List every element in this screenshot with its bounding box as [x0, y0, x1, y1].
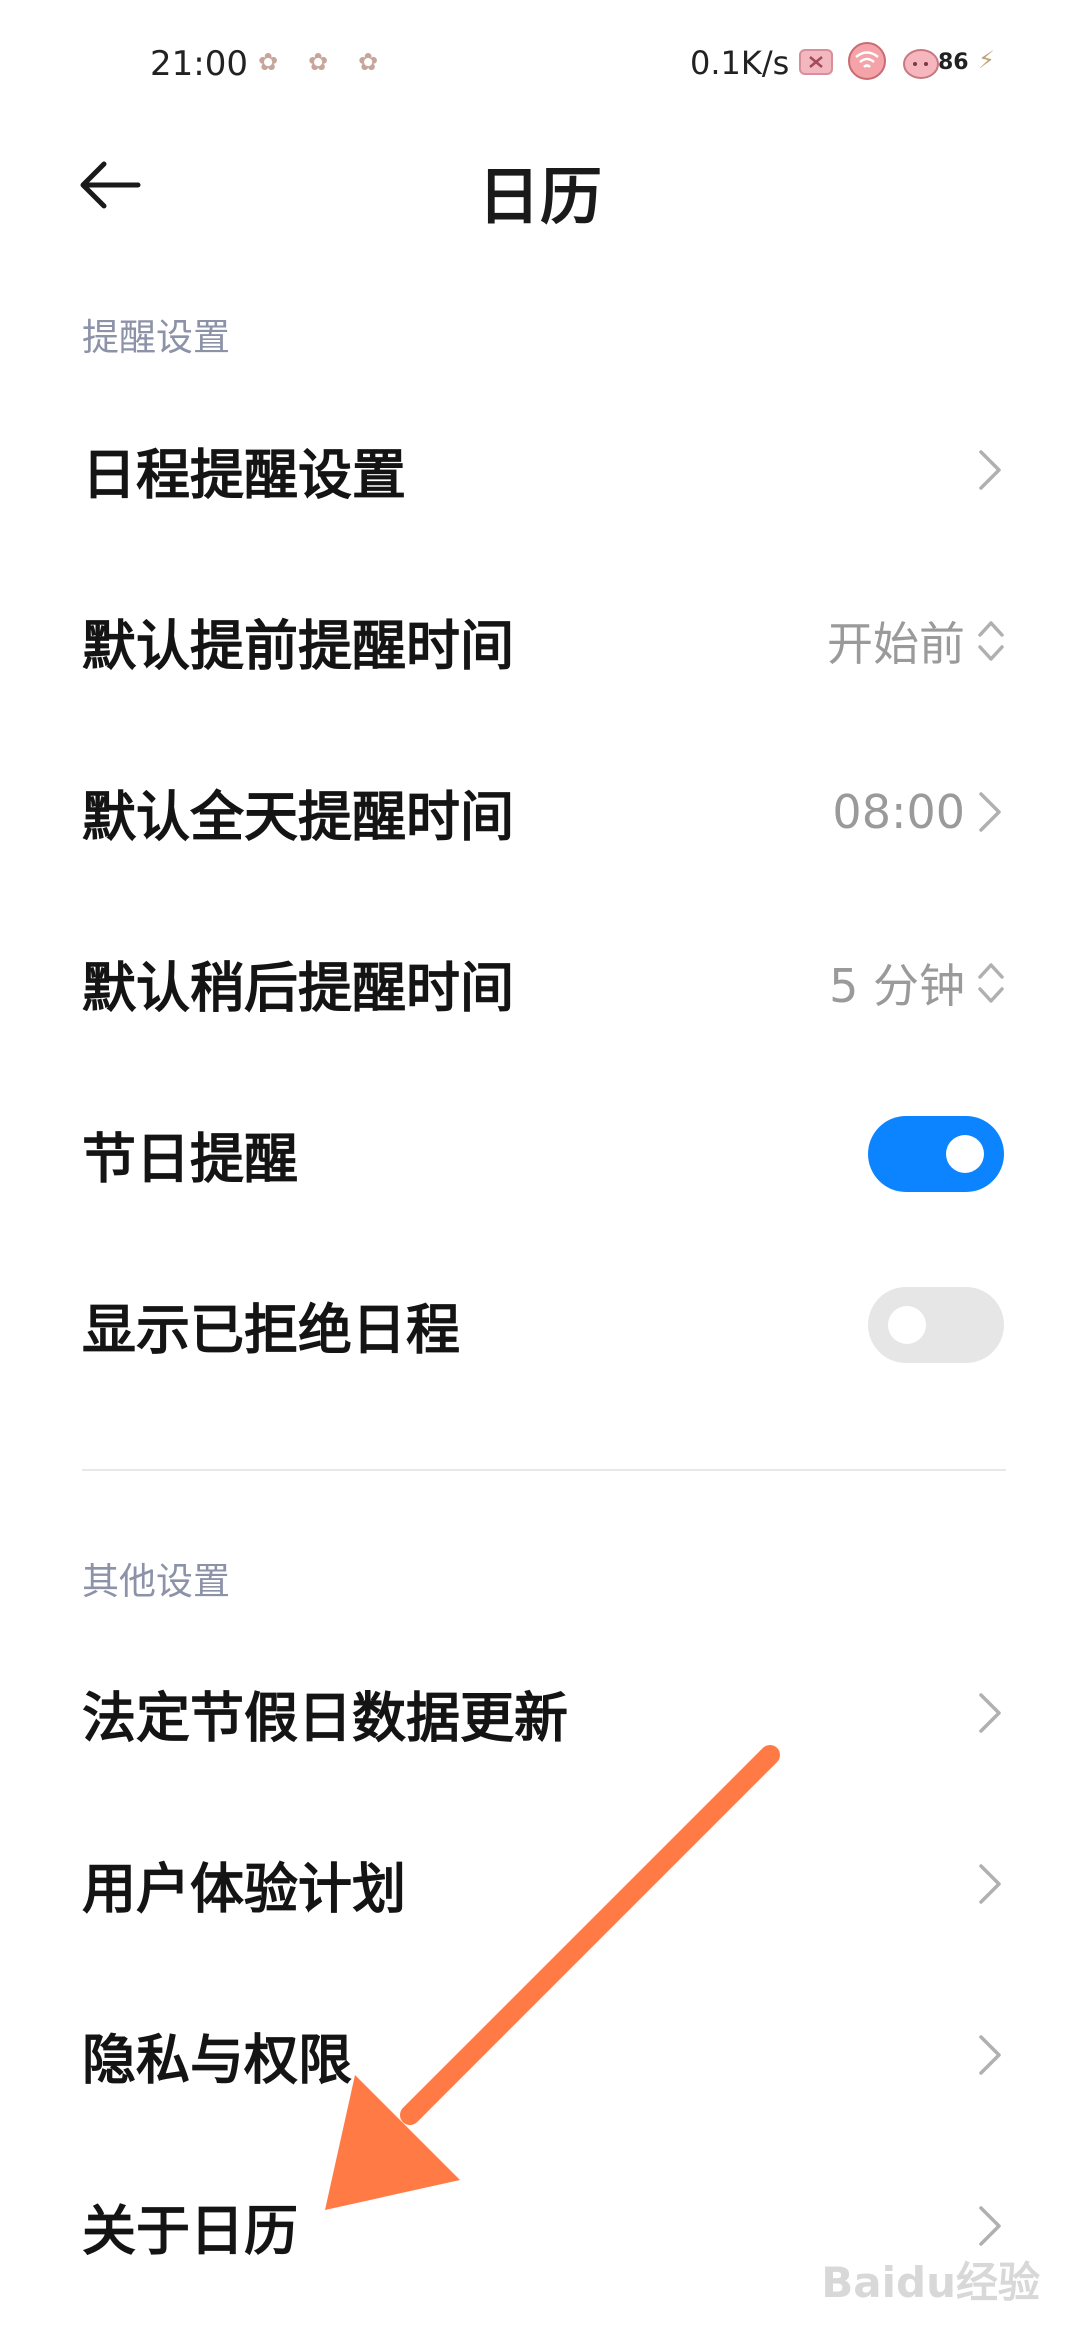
row-default-snooze-reminder[interactable]: 默认稍后提醒时间 5 分钟 — [0, 898, 1080, 1068]
status-bar: 21:00 ✿ ✿ ✿ 0.1K/s 86 ⚡ — [0, 0, 1080, 120]
battery-level: 86 — [938, 50, 969, 75]
holiday-reminder-toggle[interactable] — [868, 1116, 1004, 1192]
row-label: 默认全天提醒时间 — [82, 785, 514, 849]
header: 日历 — [0, 120, 1080, 250]
row-default-advance-reminder[interactable]: 默认提前提醒时间 开始前 — [0, 556, 1080, 726]
show-declined-events-toggle[interactable] — [868, 1287, 1004, 1363]
page-title: 日历 — [477, 160, 602, 233]
row-label: 默认稍后提醒时间 — [82, 956, 514, 1020]
row-value: 5 分钟 — [829, 959, 965, 1013]
up-down-chevron-icon — [978, 963, 1004, 1003]
watermark: Baidu经验 — [821, 2258, 1040, 2307]
row-label: 用户体验计划 — [82, 1857, 406, 1921]
notification-icon: ✿ — [358, 48, 379, 76]
section-label-other: 其他设置 — [82, 1560, 230, 1603]
row-default-allday-reminder[interactable]: 默认全天提醒时间 08:00 — [0, 727, 1080, 897]
row-value: 开始前 — [827, 617, 965, 671]
row-show-declined-events: 显示已拒绝日程 — [0, 1240, 1080, 1410]
network-speed: 0.1K/s — [690, 44, 790, 82]
row-label: 隐私与权限 — [82, 2028, 352, 2092]
battery-icon — [903, 49, 939, 79]
row-privacy-permissions[interactable]: 隐私与权限 — [0, 1970, 1080, 2140]
status-time: 21:00 — [150, 44, 248, 84]
chevron-right-icon — [979, 450, 1001, 490]
sim-icon — [799, 49, 833, 75]
row-label: 关于日历 — [82, 2199, 298, 2263]
notification-icon: ✿ — [308, 48, 329, 76]
up-down-chevron-icon — [978, 621, 1004, 661]
chevron-right-icon — [979, 1693, 1001, 1733]
charging-icon: ⚡ — [978, 46, 995, 74]
chevron-right-icon — [979, 2206, 1001, 2246]
row-label: 法定节假日数据更新 — [82, 1686, 568, 1750]
wifi-icon — [848, 42, 886, 80]
row-schedule-reminder-settings[interactable]: 日程提醒设置 — [0, 385, 1080, 555]
chevron-right-icon — [979, 792, 1001, 832]
row-label: 显示已拒绝日程 — [82, 1298, 460, 1362]
section-label-reminder: 提醒设置 — [82, 316, 230, 359]
row-user-experience-program[interactable]: 用户体验计划 — [0, 1799, 1080, 1969]
row-holiday-reminder: 节日提醒 — [0, 1069, 1080, 1239]
row-value: 08:00 — [832, 785, 965, 839]
notification-icon: ✿ — [258, 48, 279, 76]
row-label: 节日提醒 — [82, 1127, 298, 1191]
row-label: 默认提前提醒时间 — [82, 614, 514, 678]
row-label: 日程提醒设置 — [82, 443, 406, 507]
row-holiday-data-update[interactable]: 法定节假日数据更新 — [0, 1628, 1080, 1798]
section-divider — [82, 1469, 1006, 1471]
chevron-right-icon — [979, 2035, 1001, 2075]
chevron-right-icon — [979, 1864, 1001, 1904]
